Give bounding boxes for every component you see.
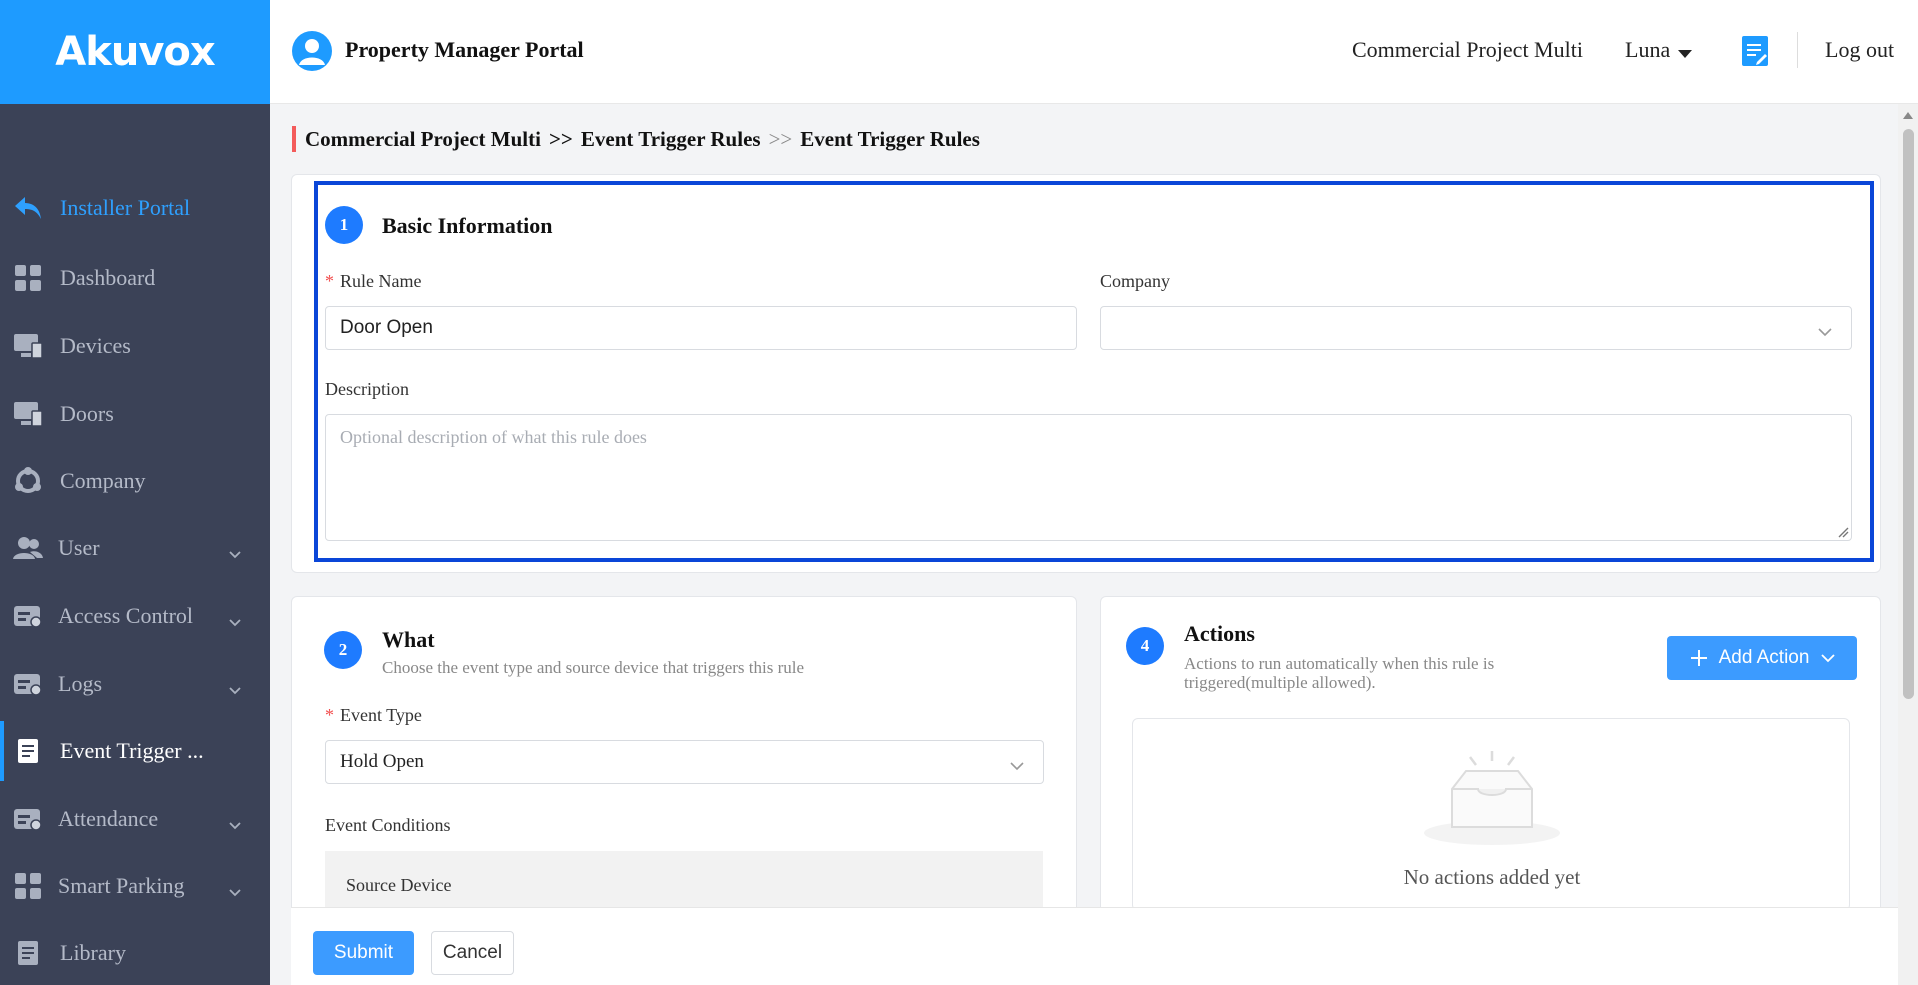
description-placeholder: Optional description of what this rule d… xyxy=(340,427,647,447)
event-conditions-label: Event Conditions xyxy=(325,815,451,835)
sidebar-item-label: Devices xyxy=(60,333,131,358)
event-type-value: Hold Open xyxy=(340,751,424,772)
breadcrumb: Commercial Project Multi >> Event Trigge… xyxy=(292,126,980,152)
sidebar-item-label: Company xyxy=(60,468,146,493)
sidebar-item-label: Attendance xyxy=(58,806,159,831)
sidebar-item-installer-portal[interactable]: Installer Portal xyxy=(0,178,270,238)
project-selector[interactable]: Commercial Project Multi xyxy=(1352,37,1583,63)
step-badge: 4 xyxy=(1126,627,1164,665)
section-title: What xyxy=(382,627,435,652)
sidebar-item-label: Event Trigger ... xyxy=(60,738,204,763)
add-action-button[interactable]: Add Action xyxy=(1667,636,1857,680)
chevron-down-icon xyxy=(1009,755,1025,777)
rule-name-label: * Rule Name xyxy=(325,271,422,291)
chevron-down-icon xyxy=(228,608,242,634)
grid-icon xyxy=(13,264,43,292)
sidebar-item-label: Smart Parking xyxy=(58,873,185,898)
breadcrumb-project[interactable]: Commercial Project Multi xyxy=(305,127,541,152)
card-icon xyxy=(13,805,43,833)
scroll-up-arrow-icon[interactable] xyxy=(1902,110,1914,120)
document-icon xyxy=(13,737,43,765)
user-menu[interactable]: Luna xyxy=(1625,37,1670,63)
sidebar-item-user[interactable]: User xyxy=(0,518,270,578)
chevron-down-icon xyxy=(1817,321,1833,343)
breadcrumb-separator: >> xyxy=(768,126,793,151)
sidebar-item-event-trigger[interactable]: Event Trigger ... xyxy=(0,721,270,781)
brand-logo[interactable]: Akuvox xyxy=(0,0,270,104)
logout-link[interactable]: Log out xyxy=(1825,37,1894,63)
back-arrow-icon xyxy=(13,194,43,222)
header-divider xyxy=(1797,32,1798,68)
required-mark: * xyxy=(325,271,334,291)
sidebar-item-label: User xyxy=(58,535,100,560)
description-textarea[interactable]: Optional description of what this rule d… xyxy=(325,414,1852,541)
event-type-label: * Event Type xyxy=(325,705,422,725)
sidebar-item-doors[interactable]: Doors xyxy=(0,384,270,444)
description-label: Description xyxy=(325,379,409,399)
plus-icon xyxy=(1690,650,1707,666)
rule-name-input[interactable]: Door Open xyxy=(325,306,1077,350)
sidebar-item-label: Dashboard xyxy=(60,265,156,290)
chevron-down-icon xyxy=(1821,653,1836,662)
company-icon xyxy=(13,467,43,495)
form-footer: Submit Cancel xyxy=(291,907,1918,985)
sidebar-item-smart-parking[interactable]: Smart Parking xyxy=(0,856,270,916)
document-icon xyxy=(13,939,43,967)
logo-text: Akuvox xyxy=(55,29,215,75)
resize-handle-icon[interactable] xyxy=(1837,526,1849,538)
top-header: Property Manager Portal Commercial Proje… xyxy=(270,0,1918,104)
breadcrumb-separator: >> xyxy=(548,126,573,151)
sidebar-item-label: Library xyxy=(60,940,126,965)
rule-name-value: Door Open xyxy=(340,317,433,338)
active-indicator xyxy=(0,721,4,781)
document-icon[interactable] xyxy=(1742,36,1768,66)
sidebar-item-company[interactable]: Company xyxy=(0,451,270,511)
scrollbar-thumb[interactable] xyxy=(1903,129,1914,699)
event-type-select[interactable]: Hold Open xyxy=(325,740,1044,784)
sidebar: Akuvox Installer Portal Dashboard Device… xyxy=(0,0,270,985)
card-icon xyxy=(13,602,43,630)
chevron-down-icon xyxy=(228,676,242,702)
company-label: Company xyxy=(1100,271,1170,291)
sidebar-item-label: Access Control xyxy=(58,603,194,628)
grid-icon xyxy=(13,872,43,900)
card-icon xyxy=(13,670,43,698)
user-avatar-icon xyxy=(292,31,332,71)
breadcrumb-event-trigger[interactable]: Event Trigger Rules xyxy=(581,127,761,152)
caret-down-icon[interactable] xyxy=(1678,46,1692,64)
step-badge: 1 xyxy=(325,206,363,244)
submit-button[interactable]: Submit xyxy=(313,931,414,975)
section-title: Actions xyxy=(1184,621,1255,646)
monitor-icon xyxy=(13,332,43,360)
sidebar-item-dashboard[interactable]: Dashboard xyxy=(0,248,270,308)
chevron-down-icon xyxy=(228,540,242,566)
chevron-down-icon xyxy=(228,878,242,904)
breadcrumb-current: Event Trigger Rules xyxy=(800,126,980,151)
monitor-icon xyxy=(13,400,43,428)
sidebar-item-logs[interactable]: Logs xyxy=(0,654,270,714)
sidebar-item-label: Installer Portal xyxy=(60,195,191,220)
sidebar-item-label: Logs xyxy=(58,671,102,696)
users-icon xyxy=(13,534,43,562)
sidebar-item-attendance[interactable]: Attendance xyxy=(0,789,270,849)
cancel-button[interactable]: Cancel xyxy=(431,931,514,975)
empty-inbox-icon xyxy=(1424,751,1560,845)
portal-title: Property Manager Portal xyxy=(345,37,584,62)
chevron-down-icon xyxy=(228,811,242,837)
source-device-label: Source Device xyxy=(346,875,452,895)
sidebar-item-library[interactable]: Library xyxy=(0,923,270,983)
required-mark: * xyxy=(325,705,334,725)
empty-state-text: No actions added yet xyxy=(1403,865,1581,889)
company-select[interactable] xyxy=(1100,306,1852,350)
actions-empty-state: No actions added yet xyxy=(1132,718,1850,911)
sidebar-item-devices[interactable]: Devices xyxy=(0,316,270,376)
add-action-label: Add Action xyxy=(1718,647,1810,668)
step-badge: 2 xyxy=(324,631,362,669)
section-subtitle: Choose the event type and source device … xyxy=(382,658,805,677)
sidebar-item-access-control[interactable]: Access Control xyxy=(0,586,270,646)
event-conditions-panel: Source Device xyxy=(325,851,1043,911)
section-subtitle: Actions to run automatically when this r… xyxy=(1184,654,1495,692)
section-title: Basic Information xyxy=(382,213,553,238)
sidebar-item-label: Doors xyxy=(60,401,114,426)
